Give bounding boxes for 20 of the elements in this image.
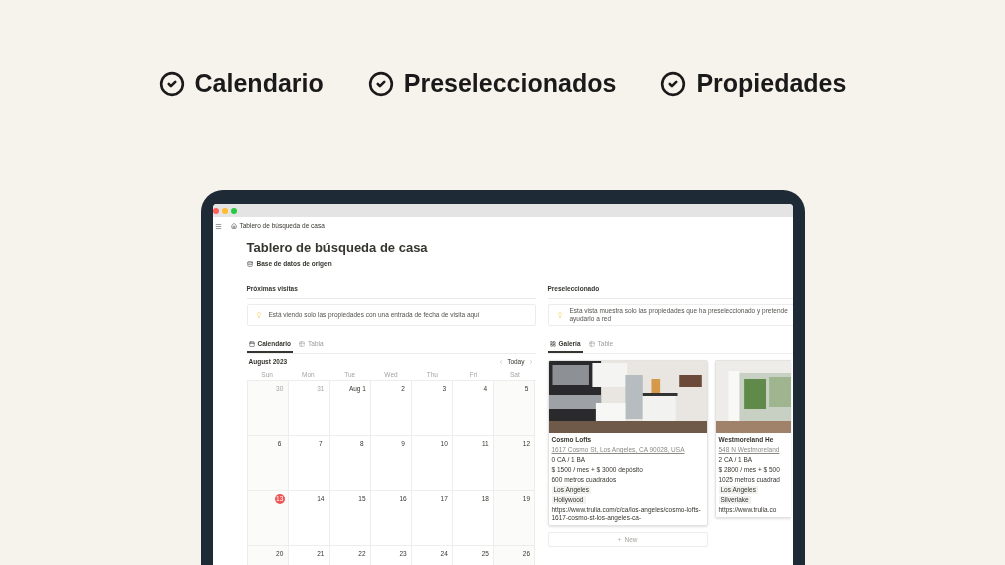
property-card[interactable]	[547, 360, 708, 526]
home-icon	[230, 223, 237, 229]
lightbulb-icon	[556, 312, 563, 318]
database-icon	[246, 261, 253, 267]
lightbulb-icon	[255, 312, 262, 318]
gallery-icon	[549, 341, 556, 347]
plus-icon	[617, 537, 623, 542]
calendar-icon	[248, 341, 255, 347]
check-circle-icon	[158, 71, 185, 97]
feature-heading: Preseleccionados	[403, 68, 617, 100]
check-circle-icon	[367, 71, 394, 97]
next-icon[interactable]	[527, 359, 534, 365]
menu-icon[interactable]	[214, 222, 222, 230]
previous-icon[interactable]	[498, 359, 505, 365]
page-title: Tablero de búsqueda de casa	[246, 240, 429, 256]
feature-heading: Propiedades	[696, 68, 847, 100]
feature-heading: Calendario	[194, 68, 324, 100]
check-circle-icon	[660, 71, 687, 97]
table-icon	[588, 341, 595, 347]
table-icon	[299, 341, 306, 347]
